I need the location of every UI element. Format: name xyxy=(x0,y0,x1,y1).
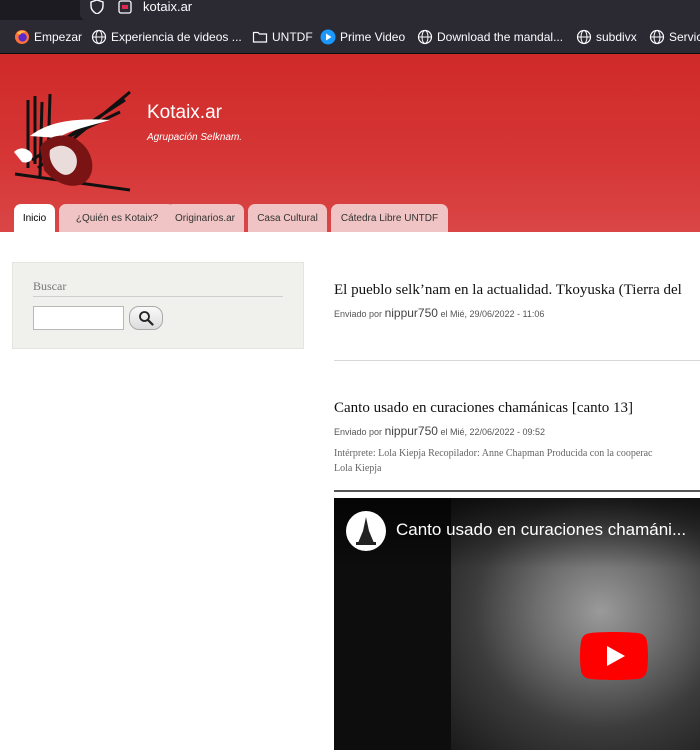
shield-icon[interactable] xyxy=(90,0,104,14)
author-link[interactable]: nippur750 xyxy=(385,424,438,438)
tab-originarios[interactable]: Originarios.ar xyxy=(166,204,244,232)
search-block-title: Buscar xyxy=(33,279,67,293)
bookmark-experiencia-de-videos[interactable]: Experiencia de videos ... xyxy=(91,28,242,46)
bookmark-label: Empezar xyxy=(34,30,83,44)
bookmark-prime-video[interactable]: Prime Video xyxy=(320,28,405,46)
divider xyxy=(33,296,283,297)
channel-logo-icon xyxy=(356,517,376,545)
channel-avatar[interactable] xyxy=(346,511,386,551)
submitted-prefix: Enviado por xyxy=(334,427,383,437)
bookmark-label: Prime Video xyxy=(340,30,406,44)
node-separator xyxy=(334,360,700,361)
site-name[interactable]: Kotaix.ar xyxy=(147,102,222,124)
tab-quien-es-kotaix[interactable]: ¿Quién es Kotaix? xyxy=(59,204,175,232)
tab-inicio[interactable]: Inicio xyxy=(14,204,55,232)
globe-icon xyxy=(417,29,433,45)
node-submitted: Enviado por nippur750 el Mié, 22/06/2022… xyxy=(334,424,545,438)
firefox-icon xyxy=(15,30,29,44)
magnifier-icon xyxy=(139,311,154,326)
site-header: Kotaix.ar Agrupación Selknam. Inicio ¿Qu… xyxy=(0,54,700,232)
globe-icon xyxy=(576,29,592,45)
folder-icon xyxy=(252,31,268,43)
bookmark-label: Servic xyxy=(669,30,700,44)
bookmark-subdivx[interactable]: subdivx xyxy=(576,28,637,46)
search-button[interactable] xyxy=(129,306,163,330)
bookmark-servic[interactable]: Servic xyxy=(649,28,700,46)
site-logo[interactable] xyxy=(10,90,135,195)
bookmark-label: UNTDF xyxy=(272,30,313,44)
bookmark-label: Experiencia de videos ... xyxy=(111,30,242,44)
bookmark-download-mandal[interactable]: Download the mandal... xyxy=(417,28,563,46)
node-title-link[interactable]: El pueblo selk’nam en la actualidad. Tko… xyxy=(334,282,682,299)
bookmark-empezar[interactable]: Empezar xyxy=(14,28,82,46)
tab-casa-cultural[interactable]: Casa Cultural xyxy=(248,204,327,232)
body-line: Lola Kiepja xyxy=(334,463,382,474)
node-title-link[interactable]: Canto usado en curaciones chamánicas [ca… xyxy=(334,400,633,417)
submitted-date: el Mié, 22/06/2022 - 09:52 xyxy=(440,427,546,437)
bookmarks-toolbar: Empezar Experiencia de videos ... UNTDF … xyxy=(0,20,700,54)
author-link[interactable]: nippur750 xyxy=(385,306,438,320)
prime-video-icon xyxy=(320,29,336,45)
globe-icon xyxy=(91,29,107,45)
search-input[interactable] xyxy=(33,306,124,330)
tab-catedra-libre-untdf[interactable]: Cátedra Libre UNTDF xyxy=(331,204,448,232)
url-text[interactable]: kotaix.ar xyxy=(143,0,192,14)
bookmark-label: subdivx xyxy=(596,30,637,44)
body-line: Intérprete: Lola Kiepja Recopilador: Ann… xyxy=(334,448,653,459)
bookmark-label: Download the mandal... xyxy=(437,30,564,44)
search-block: Buscar xyxy=(12,262,304,349)
submitted-date: el Mié, 29/06/2022 - 11:06 xyxy=(440,309,545,319)
site-permissions-icon[interactable] xyxy=(118,0,132,14)
submitted-prefix: Enviado por xyxy=(334,309,383,319)
node-body: Intérprete: Lola Kiepja Recopilador: Ann… xyxy=(334,446,700,476)
node-submitted: Enviado por nippur750 el Mié, 29/06/2022… xyxy=(334,306,544,320)
youtube-embed[interactable]: Canto usado en curaciones chamáni... xyxy=(334,498,700,750)
site-slogan: Agrupación Selknam. xyxy=(147,132,243,143)
youtube-play-icon[interactable] xyxy=(580,632,648,680)
video-title-link[interactable]: Canto usado en curaciones chamáni... xyxy=(396,520,686,540)
browser-url-bar: kotaix.ar xyxy=(0,0,700,20)
body-rule xyxy=(334,490,700,492)
bookmark-folder-untdf[interactable]: UNTDF xyxy=(252,28,313,46)
globe-icon xyxy=(649,29,665,45)
